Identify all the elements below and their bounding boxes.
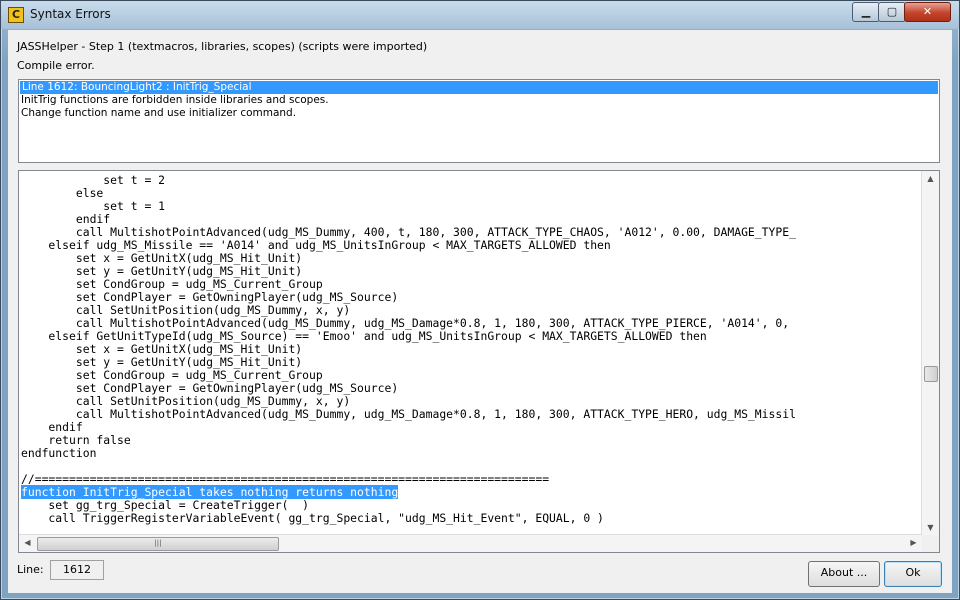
line-number-field: 1612 (50, 560, 104, 580)
scroll-down-icon[interactable]: ▼ (922, 523, 939, 532)
code-line-text: elseif udg_MS_Missile == 'A014' and udg_… (21, 238, 611, 252)
code-line-text: endfunction (21, 446, 97, 460)
code-line-text: call SetUnitPosition(udg_MS_Dummy, x, y) (21, 303, 351, 317)
close-button[interactable]: ✕ (904, 2, 951, 22)
syntax-errors-window: C Syntax Errors ▁ ▢ ✕ JASSHelper - Step … (0, 0, 960, 600)
code-line-text: set CondGroup = udg_MS_Current_Group (21, 368, 323, 382)
code-line-text: else (21, 186, 104, 200)
scrollbar-corner (922, 535, 939, 552)
code-line-text: call SetUnitPosition(udg_MS_Dummy, x, y) (21, 394, 351, 408)
minimize-button[interactable]: ▁ (852, 2, 880, 22)
code-line-text: elseif GetUnitTypeId(udg_MS_Source) == '… (21, 329, 707, 343)
code-line-text: return false (21, 433, 131, 447)
window-title: Syntax Errors (30, 7, 111, 21)
code-line-text: //======================================… (21, 472, 550, 486)
code-line[interactable]: return false (21, 434, 921, 447)
scroll-right-icon[interactable]: ▶ (905, 538, 922, 547)
error-list[interactable]: Line 1612: BouncingLight2 : InitTrig_Spe… (18, 79, 940, 163)
line-label: Line: (17, 563, 44, 576)
maximize-button[interactable]: ▢ (878, 2, 906, 22)
code-line-text: function InitTrig_Special takes nothing … (21, 485, 399, 499)
code-view[interactable]: set t = 2 else set t = 1 endif call Mult… (18, 170, 940, 553)
code-line-text: call TriggerRegisterVariableEvent( gg_tr… (21, 511, 604, 525)
code-text[interactable]: set t = 2 else set t = 1 endif call Mult… (21, 174, 921, 525)
error-list-item[interactable]: Line 1612: BouncingLight2 : InitTrig_Spe… (20, 81, 938, 94)
code-line-text: set x = GetUnitX(udg_MS_Hit_Unit) (21, 342, 303, 356)
error-list-item[interactable]: InitTrig functions are forbidden inside … (19, 94, 939, 107)
horizontal-scrollbar[interactable]: ◀ ||| ▶ (19, 534, 922, 552)
code-line-text: set t = 1 (21, 199, 166, 213)
error-list-item[interactable]: Change function name and use initializer… (19, 107, 939, 120)
code-line-text: call MultishotPointAdvanced(udg_MS_Dummy… (21, 407, 796, 421)
app-icon: C (8, 7, 24, 23)
vertical-scrollbar[interactable]: ▲ ▼ (921, 171, 939, 535)
code-line-text: call MultishotPointAdvanced(udg_MS_Dummy… (21, 316, 790, 330)
code-line-text: set CondGroup = udg_MS_Current_Group (21, 277, 323, 291)
code-line-text: set y = GetUnitY(udg_MS_Hit_Unit) (21, 355, 303, 369)
code-line[interactable]: endfunction (21, 447, 921, 460)
vertical-scroll-thumb[interactable] (924, 366, 938, 382)
dialog-client-area: JASSHelper - Step 1 (textmacros, librari… (8, 30, 952, 593)
ok-button[interactable]: Ok (884, 561, 942, 587)
code-line[interactable]: call TriggerRegisterVariableEvent( gg_tr… (21, 512, 921, 525)
code-line-text: set y = GetUnitY(udg_MS_Hit_Unit) (21, 264, 303, 278)
code-line[interactable]: endif (21, 421, 921, 434)
horizontal-scroll-thumb[interactable]: ||| (37, 537, 279, 551)
code-line-text: set CondPlayer = GetOwningPlayer(udg_MS_… (21, 290, 399, 304)
code-line-text: endif (21, 420, 83, 434)
code-line-text: set x = GetUnitX(udg_MS_Hit_Unit) (21, 251, 303, 265)
step-info-text: JASSHelper - Step 1 (textmacros, librari… (17, 40, 428, 53)
compile-status-text: Compile error. (17, 59, 95, 72)
code-line-text: set CondPlayer = GetOwningPlayer(udg_MS_… (21, 381, 399, 395)
code-line-text: call MultishotPointAdvanced(udg_MS_Dummy… (21, 225, 796, 239)
code-line[interactable]: call MultishotPointAdvanced(udg_MS_Dummy… (21, 408, 921, 421)
scroll-left-icon[interactable]: ◀ (19, 538, 36, 547)
scroll-up-icon[interactable]: ▲ (922, 174, 939, 183)
code-line-text: set gg_trg_Special = CreateTrigger( ) (21, 498, 310, 512)
code-line[interactable]: set t = 2 (21, 174, 921, 187)
code-line-text: endif (21, 212, 111, 226)
title-bar[interactable]: C Syntax Errors ▁ ▢ ✕ (1, 1, 959, 29)
about-button[interactable]: About ... (808, 561, 880, 587)
code-line[interactable]: set t = 1 (21, 200, 921, 213)
